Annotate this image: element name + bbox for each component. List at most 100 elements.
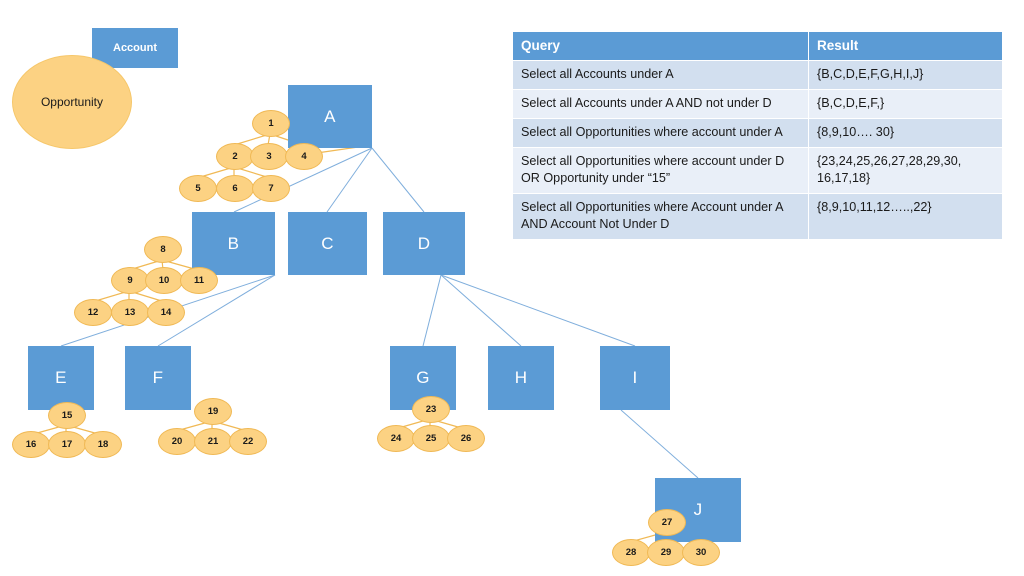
opportunity-node-2[interactable]: 2 [216,142,254,170]
account-node-label: B [227,233,240,253]
opportunity-node-19[interactable]: 19 [194,397,232,425]
opportunity-node-22[interactable]: 22 [229,427,267,455]
opportunity-node-label: 28 [625,546,637,558]
table-cell-result: {B,C,D,E,F,G,H,I,J} [808,60,1003,90]
opportunity-node-label: 23 [425,403,437,415]
opportunity-node-label: 2 [232,150,238,162]
table-header-result: Result [808,31,1003,61]
table-cell-query: Select all Accounts under A [512,60,809,90]
opportunity-node-27[interactable]: 27 [648,508,686,536]
opportunity-node-label: 20 [171,435,183,447]
opportunity-node-label: 17 [61,438,73,450]
table-cell-result: {8,9,10,11,12…..,22} [808,193,1003,240]
connector-line [371,147,425,213]
account-node-a[interactable]: A [288,85,372,148]
opportunity-node-15[interactable]: 15 [48,401,86,429]
table-body: Select all Accounts under A {B,C,D,E,F,G,… [512,60,1003,240]
opportunity-node-label: 11 [193,274,205,286]
account-node-label: I [632,368,638,387]
connector-line [440,274,522,347]
opportunity-node-30[interactable]: 30 [682,538,720,566]
opportunity-node-21[interactable]: 21 [194,427,232,455]
table-row: Select all Opportunities where account u… [512,118,1003,148]
legend-opportunity-ellipse: Opportunity [12,55,132,149]
connector-line [440,274,636,347]
opportunity-node-label: 12 [87,306,99,318]
opportunity-node-13[interactable]: 13 [111,298,149,326]
opportunity-node-12[interactable]: 12 [74,298,112,326]
account-node-label: E [55,368,67,387]
opportunity-node-3[interactable]: 3 [250,142,288,170]
opportunity-node-7[interactable]: 7 [252,174,290,202]
opportunity-node-label: 9 [127,274,133,286]
account-node-label: F [152,368,164,387]
connector-line [422,274,442,347]
opportunity-node-8[interactable]: 8 [144,235,182,263]
opportunity-node-1[interactable]: 1 [252,109,290,137]
opportunity-node-17[interactable]: 17 [48,430,86,458]
account-node-e[interactable]: E [28,346,94,410]
connector-line [326,147,373,213]
table-row: Select all Opportunities where account u… [512,147,1003,194]
opportunity-node-16[interactable]: 16 [12,430,50,458]
account-node-label: H [514,368,528,387]
account-node-f[interactable]: F [125,346,191,410]
account-node-c[interactable]: C [288,212,367,275]
opportunity-node-label: 29 [660,546,672,558]
table-cell-result: {23,24,25,26,27,28,29,30, 16,17,18} [808,147,1003,194]
opportunity-node-label: 30 [695,546,707,558]
account-node-label: A [324,106,336,126]
opportunity-node-14[interactable]: 14 [147,298,185,326]
opportunity-node-26[interactable]: 26 [447,424,485,452]
opportunity-node-5[interactable]: 5 [179,174,217,202]
legend-opportunity-label: Opportunity [40,95,104,109]
table-header-row: Query Result [512,31,1003,61]
diagram-canvas: Account Opportunity ABCDEFGHIJ 123456789… [0,0,1024,576]
opportunity-node-18[interactable]: 18 [84,430,122,458]
opportunity-node-25[interactable]: 25 [412,424,450,452]
account-node-label: D [417,233,431,253]
opportunity-node-label: 25 [425,432,437,444]
opportunity-node-label: 5 [195,182,201,194]
opportunity-node-28[interactable]: 28 [612,538,650,566]
table-cell-query: Select all Opportunities where Account u… [512,193,809,240]
table-cell-result: {8,9,10…. 30} [808,118,1003,148]
opportunity-node-label: 13 [124,306,136,318]
opportunity-node-label: 6 [232,182,238,194]
account-node-i[interactable]: I [600,346,670,410]
opportunity-node-label: 15 [61,409,73,421]
opportunity-node-label: 22 [242,435,254,447]
account-node-b[interactable]: B [192,212,275,275]
opportunity-node-11[interactable]: 11 [180,266,218,294]
opportunity-node-label: 10 [158,274,170,286]
account-node-d[interactable]: D [383,212,465,275]
connector-line [620,409,699,479]
opportunity-node-10[interactable]: 10 [145,266,183,294]
opportunity-node-9[interactable]: 9 [111,266,149,294]
opportunity-node-label: 16 [25,438,37,450]
table-row: Select all Opportunities where Account u… [512,193,1003,240]
opportunity-node-label: 1 [268,117,274,129]
account-node-label: G [416,368,430,387]
query-result-table: Query Result Select all Accounts under A… [512,31,1003,240]
opportunity-node-label: 21 [207,435,219,447]
legend-account-label: Account [113,42,157,54]
table-cell-query: Select all Opportunities where account u… [512,118,809,148]
opportunity-node-6[interactable]: 6 [216,174,254,202]
opportunity-node-label: 26 [460,432,472,444]
opportunity-node-29[interactable]: 29 [647,538,685,566]
account-node-label: J [693,500,703,519]
opportunity-node-23[interactable]: 23 [412,395,450,423]
table-cell-query: Select all Opportunities where account u… [512,147,809,194]
account-node-label: C [321,233,334,253]
opportunity-node-4[interactable]: 4 [285,142,323,170]
table-row: Select all Accounts under A AND not unde… [512,89,1003,119]
opportunity-node-label: 4 [301,150,307,162]
table-row: Select all Accounts under A {B,C,D,E,F,G,… [512,60,1003,90]
opportunity-node-20[interactable]: 20 [158,427,196,455]
opportunity-node-24[interactable]: 24 [377,424,415,452]
table-header-query: Query [512,31,809,61]
opportunity-node-label: 7 [268,182,274,194]
opportunity-node-label: 19 [207,405,219,417]
account-node-h[interactable]: H [488,346,554,410]
